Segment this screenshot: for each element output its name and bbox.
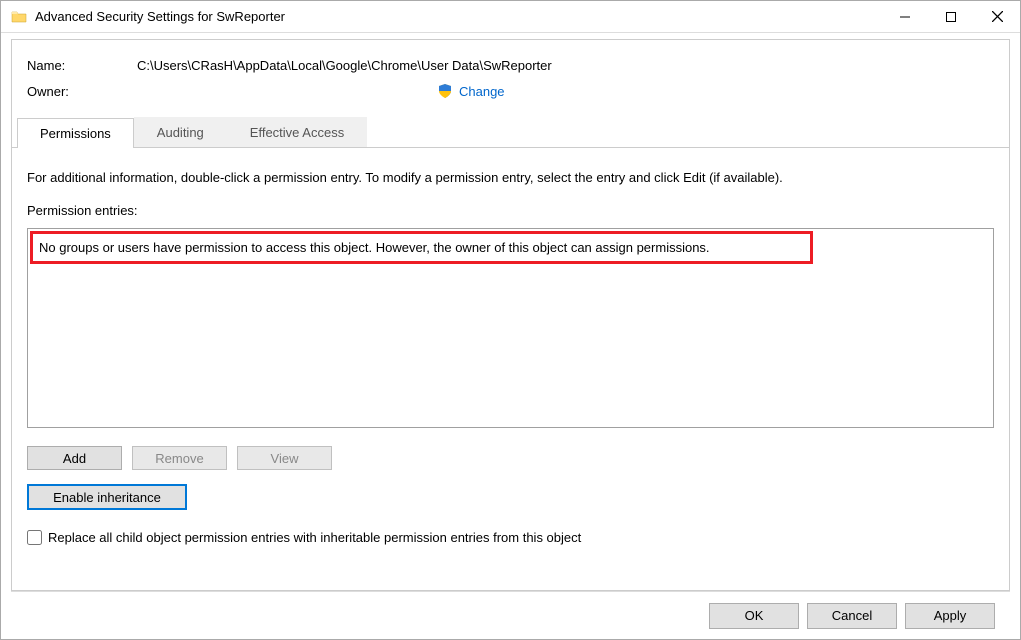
maximize-button[interactable]: [928, 1, 974, 32]
tabs: Permissions Auditing Effective Access: [12, 117, 1009, 148]
tab-content: For additional information, double-click…: [27, 148, 994, 580]
window-title: Advanced Security Settings for SwReporte…: [35, 9, 882, 24]
folder-icon: [11, 9, 27, 25]
tab-auditing[interactable]: Auditing: [134, 117, 227, 147]
highlight-annotation: No groups or users have permission to ac…: [30, 231, 813, 264]
add-button[interactable]: Add: [27, 446, 122, 470]
client-area: Name: C:\Users\CRasH\AppData\Local\Googl…: [11, 39, 1010, 591]
entries-buttons: Add Remove View: [27, 446, 994, 470]
minimize-button[interactable]: [882, 1, 928, 32]
tab-effective-access[interactable]: Effective Access: [227, 117, 367, 147]
replace-checkbox[interactable]: [27, 530, 42, 545]
owner-row: Owner: Change: [27, 83, 994, 99]
entries-message: No groups or users have permission to ac…: [39, 240, 710, 255]
name-label: Name:: [27, 58, 137, 73]
enable-inheritance-button[interactable]: Enable inheritance: [27, 484, 187, 510]
close-button[interactable]: [974, 1, 1020, 32]
view-button[interactable]: View: [237, 446, 332, 470]
remove-button[interactable]: Remove: [132, 446, 227, 470]
security-settings-window: Advanced Security Settings for SwReporte…: [0, 0, 1021, 640]
owner-change: Change: [437, 83, 505, 99]
change-link[interactable]: Change: [459, 84, 505, 99]
owner-label: Owner:: [27, 84, 137, 99]
apply-button[interactable]: Apply: [905, 603, 995, 629]
inheritance-row: Enable inheritance: [27, 484, 994, 510]
cancel-button[interactable]: Cancel: [807, 603, 897, 629]
titlebar: Advanced Security Settings for SwReporte…: [1, 1, 1020, 33]
ok-button[interactable]: OK: [709, 603, 799, 629]
name-row: Name: C:\Users\CRasH\AppData\Local\Googl…: [27, 58, 994, 73]
dialog-footer: OK Cancel Apply: [11, 591, 1010, 639]
replace-checkbox-row: Replace all child object permission entr…: [27, 530, 994, 545]
shield-icon: [437, 83, 453, 99]
tab-permissions[interactable]: Permissions: [17, 118, 134, 148]
name-value: C:\Users\CRasH\AppData\Local\Google\Chro…: [137, 58, 552, 73]
entries-label: Permission entries:: [27, 203, 994, 218]
window-controls: [882, 1, 1020, 32]
permission-entries-box[interactable]: No groups or users have permission to ac…: [27, 228, 994, 428]
info-text: For additional information, double-click…: [27, 170, 994, 185]
replace-checkbox-label[interactable]: Replace all child object permission entr…: [48, 530, 581, 545]
